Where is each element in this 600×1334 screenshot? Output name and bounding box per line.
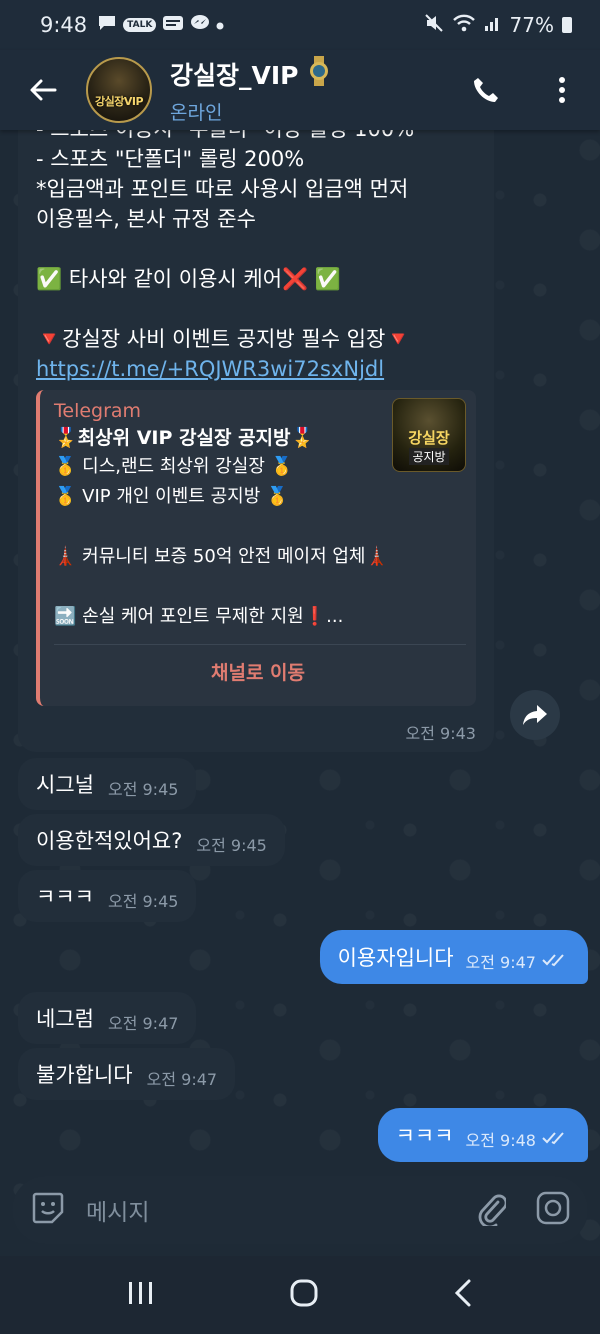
outgoing-message[interactable]: ㅋㅋㅋ 오전 9:48	[377, 1108, 588, 1162]
double-check-icon	[542, 952, 568, 971]
message-line: - 스포츠 이용시 "두폴더" 이상 롤링 100%	[36, 130, 476, 144]
preview-thumbnail: 강실장 공지방	[392, 398, 466, 472]
chat-header: 강실장VIP 강실장_VIP 온라인	[0, 50, 600, 130]
message-text: 시그널	[36, 773, 94, 797]
home-icon	[290, 1279, 318, 1307]
preview-line: 🔜 손실 케어 포인트 무제한 지원❗...	[54, 606, 344, 627]
battery-percent: 77%	[509, 13, 554, 37]
composer-actions	[476, 1190, 570, 1230]
incoming-message[interactable]: 이용한적있어요? 오전 9:45	[18, 814, 285, 866]
message-time: 오전 9:47	[465, 953, 536, 972]
message-time: 오전 9:45	[107, 892, 179, 911]
message-composer: 메시지	[12, 1176, 588, 1244]
more-vertical-icon	[559, 77, 565, 103]
message-text: ㅋㅋㅋ	[36, 885, 94, 909]
chat-title-text: 강실장_VIP	[170, 60, 299, 90]
status-time: 9:48	[40, 13, 88, 37]
thumbnail-bottom-text: 공지방	[409, 448, 449, 465]
avatar[interactable]: 강실장VIP	[86, 57, 152, 123]
message-text: ㅋㅋㅋ	[395, 1124, 454, 1148]
outgoing-message[interactable]: 이용자입니다 오전 9:47	[319, 930, 588, 984]
link-preview[interactable]: Telegram 🎖️최상위 VIP 강실장 공지방🎖️ 🥇 디스,랜드 최상위…	[36, 390, 476, 706]
call-button[interactable]	[448, 50, 524, 130]
long-message-bubble[interactable]: - 스포츠 이용시 "두폴더" 이상 롤링 100% - 스포츠 "단폴더" 롤…	[18, 130, 494, 752]
message-line: 🔻강실장 사비 이벤트 공지방 필수 입장🔻	[36, 327, 412, 351]
home-button[interactable]	[289, 1278, 319, 1312]
phone-icon	[474, 78, 498, 102]
share-forward-icon	[523, 705, 547, 725]
message-line: 이용필수, 본사 규정 준수	[36, 207, 256, 231]
mute-icon	[424, 13, 444, 38]
message-time: 오전 9:43	[405, 724, 476, 743]
message-text: 네그럼	[36, 1007, 94, 1031]
incoming-message[interactable]: 불가합니다 오전 9:47	[18, 1048, 236, 1100]
paperclip-icon[interactable]	[476, 1190, 508, 1230]
message-time: 오전 9:47	[107, 1014, 179, 1033]
signal-icon	[484, 13, 502, 37]
chat-title: 강실장_VIP	[170, 55, 330, 92]
dot-notification-icon	[216, 16, 224, 34]
incoming-message[interactable]: 네그럼 오전 9:47	[18, 992, 197, 1044]
status-right: 77%	[424, 13, 572, 38]
header-info[interactable]: 강실장_VIP 온라인	[170, 55, 330, 125]
back-button[interactable]	[0, 50, 86, 130]
message-line: *입금액과 포인트 따로 사용시 입금액 먼저	[36, 177, 409, 201]
message-list[interactable]: - 스포츠 이용시 "두폴더" 이상 롤링 100% - 스포츠 "단폴더" 롤…	[0, 130, 600, 1170]
message-input[interactable]: 메시지	[86, 1193, 149, 1227]
preview-divider	[54, 644, 466, 645]
recent-apps-icon	[129, 1282, 152, 1304]
message-time: 오전 9:45	[107, 780, 179, 799]
nav-back-button[interactable]	[453, 1278, 473, 1312]
preview-line: 🗼 커뮤니티 보증 50억 안전 메이저 업체🗼	[54, 546, 388, 567]
battery-icon	[562, 17, 572, 33]
message-text: 이용자입니다	[337, 946, 454, 970]
avatar-text: 강실장VIP	[94, 95, 144, 108]
invite-link[interactable]: https://t.me/+RQJWR3wi72sxNjdl	[36, 354, 476, 384]
header-actions	[448, 50, 600, 130]
message-text: 불가합니다	[36, 1063, 133, 1087]
chevron-left-icon	[454, 1279, 471, 1307]
open-channel-button[interactable]: 채널로 이동	[40, 658, 476, 685]
chat-bubble-notification-icon	[97, 14, 117, 36]
message-time: 오전 9:47	[146, 1070, 218, 1089]
incoming-message[interactable]: ㅋㅋㅋ 오전 9:45	[18, 870, 197, 922]
message-line: ✅ 타사와 같이 이용시 케어❌ ✅	[36, 267, 342, 291]
talk-notification-icon: TALK	[123, 18, 157, 32]
incoming-message[interactable]: 시그널 오전 9:45	[18, 758, 197, 810]
system-navbar	[0, 1256, 600, 1334]
message-time: 오전 9:48	[465, 1131, 536, 1150]
arrow-left-icon	[30, 79, 57, 101]
messenger-notification-icon	[190, 14, 210, 36]
news-notification-icon	[162, 14, 184, 36]
thumbnail-top-text: 강실장	[408, 429, 450, 447]
message-text: 이용한적있어요?	[36, 829, 183, 853]
recent-apps-button[interactable]	[127, 1280, 155, 1310]
wifi-icon	[452, 13, 476, 38]
camera-icon[interactable]	[536, 1191, 570, 1229]
status-bar: 9:48 TALK 77%	[0, 0, 600, 50]
double-check-icon	[542, 1130, 568, 1149]
menu-button[interactable]	[524, 50, 600, 130]
share-button[interactable]	[510, 690, 560, 740]
message-time: 오전 9:45	[196, 836, 267, 855]
sticker-icon[interactable]	[30, 1190, 66, 1230]
message-line: - 스포츠 "단폴더" 롤링 200%	[36, 147, 305, 171]
gold-watch-icon	[308, 55, 330, 92]
online-status: 온라인	[170, 101, 223, 124]
preview-line: 🥇 VIP 개인 이벤트 공지방 🥇	[54, 486, 289, 507]
